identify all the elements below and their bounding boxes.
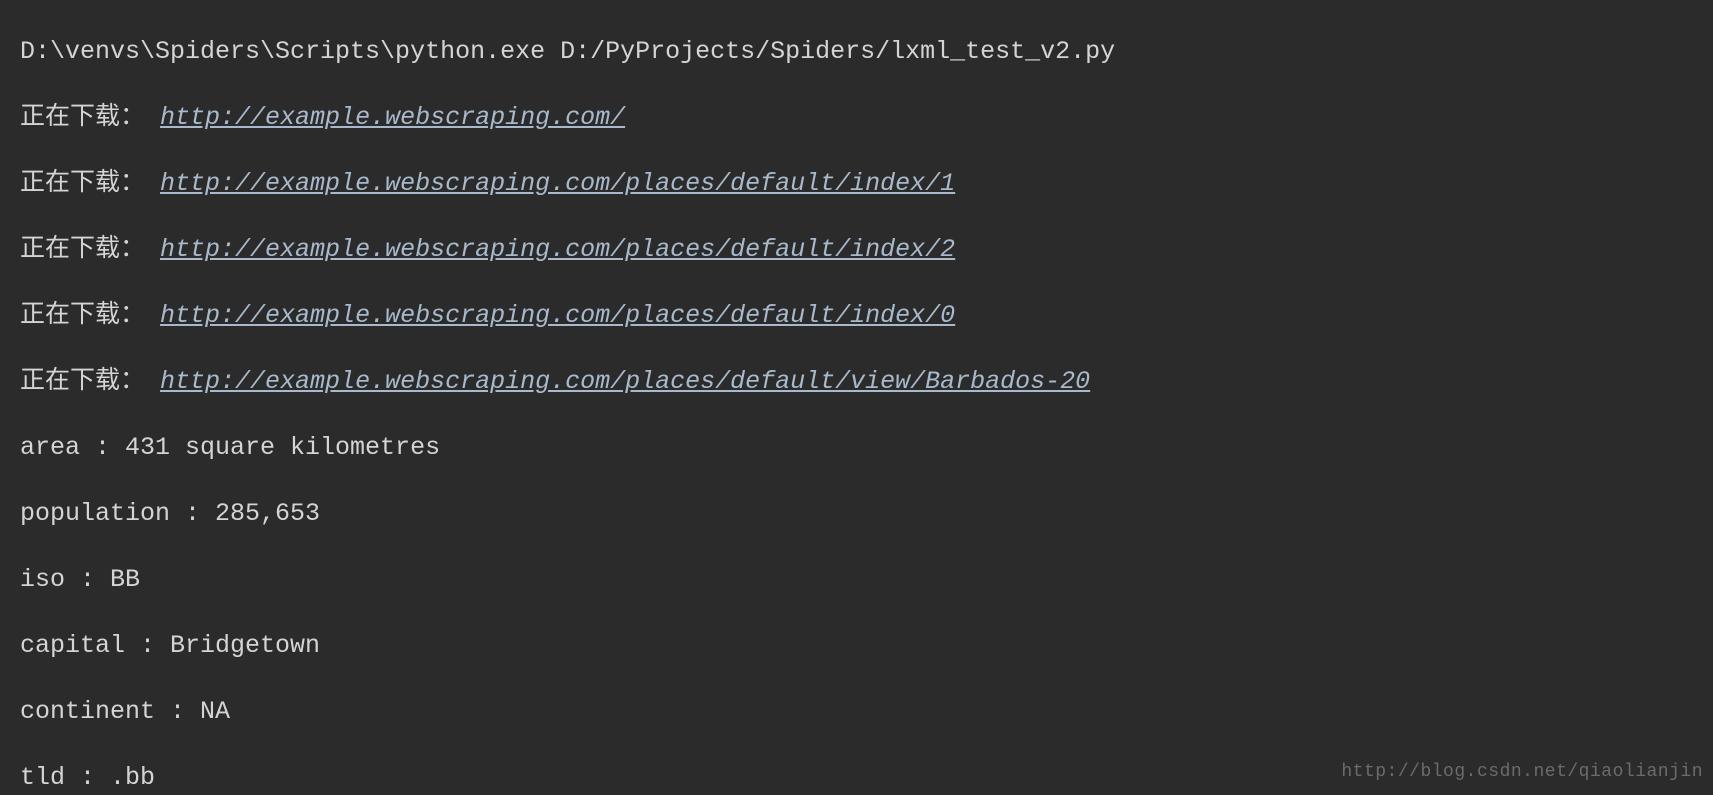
download-prefix: 正在下载： (20, 103, 145, 132)
download-prefix: 正在下载： (20, 367, 145, 396)
download-url[interactable]: http://example.webscraping.com/places/de… (160, 301, 955, 330)
download-prefix: 正在下载： (20, 235, 145, 264)
download-line-1: 正在下载： http://example.webscraping.com/pla… (20, 167, 1713, 200)
download-url[interactable]: http://example.webscraping.com/ (160, 103, 625, 132)
field-capital: capital : Bridgetown (20, 629, 1713, 662)
field-iso: iso : BB (20, 563, 1713, 596)
download-url[interactable]: http://example.webscraping.com/places/de… (160, 367, 1090, 396)
download-prefix: 正在下载： (20, 169, 145, 198)
download-line-3: 正在下载： http://example.webscraping.com/pla… (20, 299, 1713, 332)
download-line-0: 正在下载： http://example.webscraping.com/ (20, 101, 1713, 134)
field-population: population : 285,653 (20, 497, 1713, 530)
download-url[interactable]: http://example.webscraping.com/places/de… (160, 235, 955, 264)
field-area: area : 431 square kilometres (20, 431, 1713, 464)
download-line-4: 正在下载： http://example.webscraping.com/pla… (20, 365, 1713, 398)
command-line: D:\venvs\Spiders\Scripts\python.exe D:/P… (20, 35, 1713, 68)
download-prefix: 正在下载： (20, 301, 145, 330)
field-tld: tld : .bb (20, 761, 1713, 794)
download-url[interactable]: http://example.webscraping.com/places/de… (160, 169, 955, 198)
field-continent: continent : NA (20, 695, 1713, 728)
console-output: D:\venvs\Spiders\Scripts\python.exe D:/P… (0, 0, 1713, 795)
download-line-2: 正在下载： http://example.webscraping.com/pla… (20, 233, 1713, 266)
